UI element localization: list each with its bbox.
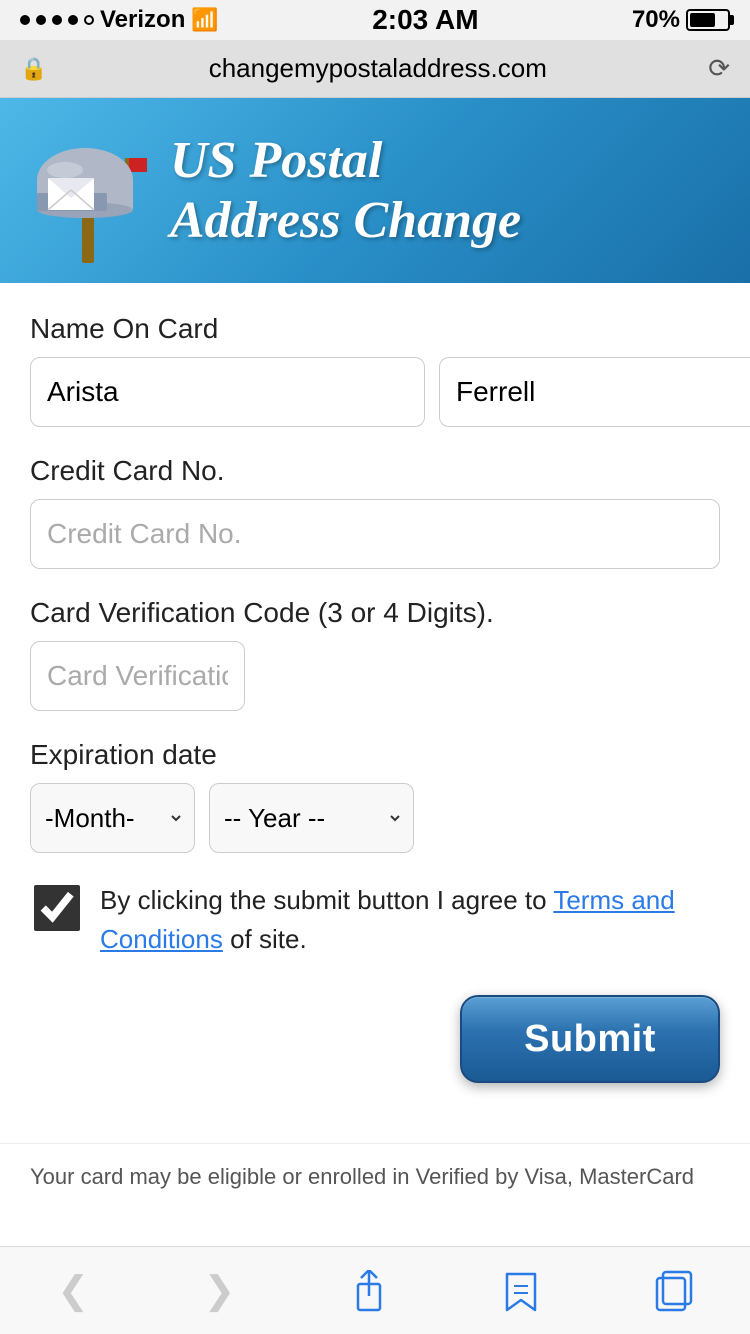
submit-row: Submit <box>30 995 720 1083</box>
terms-row: By clicking the submit button I agree to… <box>30 881 720 959</box>
year-select[interactable]: -- Year -- 2024 2025 2026 2027 2028 2029… <box>209 783 414 853</box>
submit-button[interactable]: Submit <box>460 995 720 1083</box>
cvv-input[interactable] <box>30 641 245 711</box>
carrier-signal: Verizon 📶 <box>20 6 219 34</box>
credit-card-field-group: Credit Card No. <box>30 455 720 569</box>
terms-checkbox-wrap[interactable] <box>34 885 84 935</box>
battery-percentage: 70% <box>632 6 680 34</box>
banner-title: US Postal Address Change <box>170 131 521 251</box>
back-button[interactable]: ❮ <box>37 1258 109 1323</box>
signal-dot-3 <box>52 15 62 25</box>
reload-icon[interactable]: ⟳ <box>708 53 730 84</box>
signal-dot-5 <box>84 15 94 25</box>
cvv-field-group: Card Verification Code (3 or 4 Digits). <box>30 597 720 711</box>
battery-icon <box>686 9 730 31</box>
bookmarks-icon <box>502 1270 540 1312</box>
tabs-button[interactable] <box>635 1260 713 1322</box>
terms-checkbox[interactable] <box>34 885 80 931</box>
month-select[interactable]: -Month- 01 02 03 04 05 06 07 08 09 10 11… <box>30 783 195 853</box>
status-bar: Verizon 📶 2:03 AM 70% <box>0 0 750 40</box>
back-icon: ❮ <box>57 1268 89 1313</box>
footer-note: Your card may be eligible or enrolled in… <box>0 1143 750 1210</box>
lock-icon: 🔒 <box>20 56 47 82</box>
terms-text: By clicking the submit button I agree to… <box>100 881 716 959</box>
bookmarks-button[interactable] <box>482 1260 560 1322</box>
forward-icon: ❯ <box>204 1268 236 1313</box>
name-field-group: Name On Card <box>30 313 720 427</box>
form-area: Name On Card Credit Card No. Card Verifi… <box>0 283 750 1143</box>
expiry-field-group: Expiration date -Month- 01 02 03 04 05 0… <box>30 739 720 853</box>
carrier-name: Verizon <box>100 6 185 34</box>
battery-fill <box>690 13 715 27</box>
credit-card-input[interactable] <box>30 499 720 569</box>
last-name-input[interactable] <box>439 357 750 427</box>
share-icon <box>350 1270 388 1312</box>
mailbox-image <box>30 118 150 263</box>
terms-suffix: of site. <box>230 924 307 954</box>
url-text[interactable]: changemypostaladdress.com <box>59 53 696 84</box>
share-button[interactable] <box>330 1260 408 1322</box>
forward-button[interactable]: ❯ <box>184 1258 256 1323</box>
signal-dot-2 <box>36 15 46 25</box>
credit-card-label: Credit Card No. <box>30 455 720 487</box>
signal-dot-4 <box>68 15 78 25</box>
status-time: 2:03 AM <box>372 4 478 36</box>
battery-indicator: 70% <box>632 6 730 34</box>
tabs-icon <box>655 1270 693 1312</box>
expiry-label: Expiration date <box>30 739 720 771</box>
expiry-select-row: -Month- 01 02 03 04 05 06 07 08 09 10 11… <box>30 783 720 853</box>
cvv-label: Card Verification Code (3 or 4 Digits). <box>30 597 720 629</box>
wifi-icon: 📶 <box>191 7 218 33</box>
bottom-nav: ❮ ❯ <box>0 1246 750 1334</box>
header-banner: US Postal Address Change <box>0 98 750 283</box>
terms-pre-text: By clicking the submit button I agree to <box>100 885 547 915</box>
name-label: Name On Card <box>30 313 720 345</box>
name-input-row <box>30 357 720 427</box>
first-name-input[interactable] <box>30 357 425 427</box>
signal-dot-1 <box>20 15 30 25</box>
url-bar[interactable]: 🔒 changemypostaladdress.com ⟳ <box>0 40 750 98</box>
